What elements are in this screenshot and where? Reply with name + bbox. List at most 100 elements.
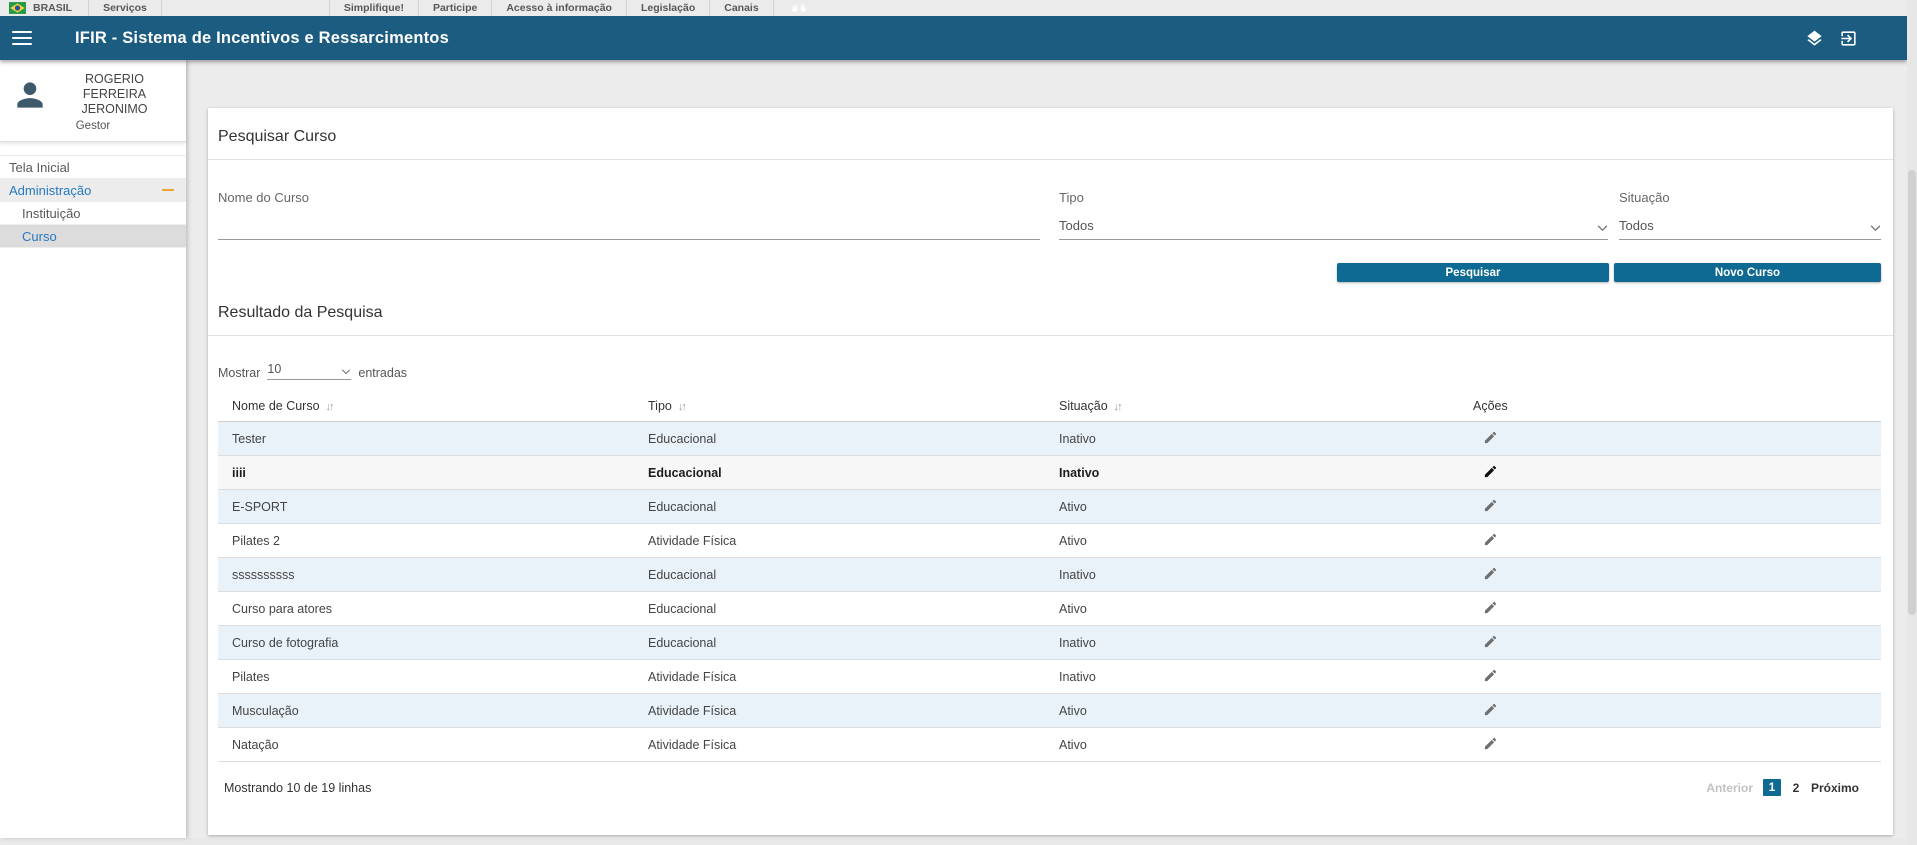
edit-pencil-button[interactable] bbox=[1483, 464, 1498, 479]
cell-nome-curso: Pilates bbox=[218, 660, 634, 694]
column-header-nome-de-curso[interactable]: Nome de Curso↓↑ bbox=[218, 394, 634, 422]
gov-link-legislacao[interactable]: Legislação bbox=[627, 0, 710, 16]
column-header-acoes: Ações bbox=[1459, 394, 1881, 422]
table-header-row: Nome de Curso↓↑Tipo↓↑Situação↓↑Ações bbox=[218, 394, 1881, 422]
cell-acoes bbox=[1459, 558, 1881, 592]
novo-curso-button[interactable]: Novo Curso bbox=[1614, 263, 1881, 282]
edit-pencil-button[interactable] bbox=[1483, 498, 1498, 513]
sidebar-item-instituicao[interactable]: Instituição bbox=[0, 202, 186, 225]
situacao-label: Situação bbox=[1619, 190, 1881, 206]
gov-brand-label: BRASIL bbox=[33, 2, 72, 14]
collapse-dash-icon bbox=[162, 189, 174, 191]
gov-bar: BRASIL Serviços Simplifique!ParticipeAces… bbox=[0, 0, 1907, 16]
edit-pencil-button[interactable] bbox=[1483, 532, 1498, 547]
gov-link-participe[interactable]: Participe bbox=[419, 0, 492, 16]
edit-pencil-button[interactable] bbox=[1483, 600, 1498, 615]
cell-tipo: Atividade Física bbox=[634, 728, 1045, 762]
cell-situacao: Ativo bbox=[1045, 694, 1459, 728]
tipo-selected-value: Todos bbox=[1059, 218, 1094, 239]
table-row: Curso para atoresEducacionalAtivo bbox=[218, 592, 1881, 626]
cell-situacao: Ativo bbox=[1045, 524, 1459, 558]
layers-icon[interactable] bbox=[1805, 29, 1824, 48]
pagination-next[interactable]: Próximo bbox=[1811, 781, 1859, 795]
edit-pencil-button[interactable] bbox=[1483, 702, 1498, 717]
edit-pencil-button[interactable] bbox=[1483, 566, 1498, 581]
gov-brand-brasil[interactable]: BRASIL bbox=[0, 0, 89, 16]
cell-situacao: Ativo bbox=[1045, 728, 1459, 762]
edit-pencil-button[interactable] bbox=[1483, 634, 1498, 649]
cell-acoes bbox=[1459, 592, 1881, 626]
edit-pencil-button[interactable] bbox=[1483, 736, 1498, 751]
pagination-page-2[interactable]: 2 bbox=[1791, 781, 1801, 795]
app-title: IFIR - Sistema de Incentivos e Ressarcim… bbox=[75, 29, 449, 48]
cell-tipo: Educacional bbox=[634, 626, 1045, 660]
cell-nome-curso: Curso para atores bbox=[218, 592, 634, 626]
rows-info: Mostrando 10 de 19 linhas bbox=[224, 781, 371, 795]
cell-situacao: Ativo bbox=[1045, 592, 1459, 626]
gov-spacer bbox=[162, 0, 330, 16]
sidebar-item-administracao[interactable]: Administração bbox=[0, 179, 186, 202]
sort-arrows-icon: ↓↑ bbox=[678, 401, 685, 413]
menu-hamburger-icon[interactable] bbox=[12, 31, 32, 45]
pagination-page-1[interactable]: 1 bbox=[1763, 779, 1781, 796]
scrollbar-thumb[interactable] bbox=[1908, 170, 1916, 615]
nome-curso-label: Nome do Curso bbox=[218, 190, 1040, 206]
sidebar-item-tela-inicial[interactable]: Tela Inicial bbox=[0, 156, 186, 179]
pagination-previous[interactable]: Anterior bbox=[1706, 781, 1753, 795]
edit-pencil-button[interactable] bbox=[1483, 668, 1498, 683]
sidebar-menu: Tela Inicial AdministraçãoInstituição Curs… bbox=[0, 155, 186, 248]
header-actions bbox=[1805, 29, 1858, 48]
cell-tipo: Atividade Física bbox=[634, 694, 1045, 728]
cell-situacao: Inativo bbox=[1045, 626, 1459, 660]
scrollbar-track bbox=[1907, 0, 1917, 845]
divider bbox=[208, 159, 1893, 160]
cell-acoes bbox=[1459, 490, 1881, 524]
nome-curso-input[interactable] bbox=[218, 215, 1040, 239]
logout-icon[interactable] bbox=[1839, 29, 1858, 48]
cell-acoes bbox=[1459, 694, 1881, 728]
cell-acoes bbox=[1459, 660, 1881, 694]
cell-tipo: Atividade Física bbox=[634, 660, 1045, 694]
vlibras-accessibility-button[interactable] bbox=[787, 2, 812, 15]
gov-link-simplifique[interactable]: Simplifique! bbox=[330, 0, 419, 16]
table-row: ssssssssssEducacionalInativo bbox=[218, 558, 1881, 592]
page-length-select[interactable]: 10 bbox=[267, 362, 351, 380]
page-length-control: Mostrar 10 entradas bbox=[218, 362, 1881, 380]
cell-acoes bbox=[1459, 422, 1881, 456]
cell-tipo: Educacional bbox=[634, 558, 1045, 592]
table-row: E-SPORTEducacionalAtivo bbox=[218, 490, 1881, 524]
column-header-situacao[interactable]: Situação↓↑ bbox=[1045, 394, 1459, 422]
gov-link-acesso-a-informacao[interactable]: Acesso à informação bbox=[492, 0, 627, 16]
sort-arrows-icon: ↓↑ bbox=[326, 401, 333, 413]
table-row: NataçãoAtividade FísicaAtivo bbox=[218, 728, 1881, 762]
tipo-select[interactable]: Todos bbox=[1059, 214, 1608, 240]
cell-tipo: Educacional bbox=[634, 422, 1045, 456]
sidebar-item-label: Tela Inicial bbox=[9, 160, 70, 175]
gov-link-servicos[interactable]: Serviços bbox=[89, 0, 162, 16]
column-header-tipo[interactable]: Tipo↓↑ bbox=[634, 394, 1045, 422]
cell-nome-curso: Curso de fotografia bbox=[218, 626, 634, 660]
main-content: Pesquisar Curso Nome do Curso Tipo Todos… bbox=[186, 60, 1907, 838]
chevron-down-icon bbox=[1597, 225, 1608, 232]
tipo-label: Tipo bbox=[1059, 190, 1608, 206]
sidebar-item-label: Curso bbox=[22, 229, 57, 244]
table-footer: Mostrando 10 de 19 linhas Anterior 12 Pr… bbox=[218, 762, 1881, 796]
edit-pencil-button[interactable] bbox=[1483, 430, 1498, 445]
cell-situacao: Inativo bbox=[1045, 456, 1459, 490]
search-form: Nome do Curso Tipo Todos Situação Todos bbox=[218, 190, 1881, 240]
cell-situacao: Inativo bbox=[1045, 558, 1459, 592]
pesquisar-button[interactable]: Pesquisar bbox=[1337, 263, 1609, 282]
gov-link-canais[interactable]: Canais bbox=[710, 0, 773, 16]
cell-nome-curso: Natação bbox=[218, 728, 634, 762]
user-panel: ROGERIO FERREIRA JERONIMO Gestor bbox=[0, 60, 186, 142]
cell-nome-curso: iiii bbox=[218, 456, 634, 490]
user-name: ROGERIO FERREIRA JERONIMO bbox=[54, 72, 176, 117]
situacao-selected-value: Todos bbox=[1619, 218, 1654, 239]
cell-situacao: Inativo bbox=[1045, 422, 1459, 456]
sidebar-item-curso[interactable]: Curso bbox=[0, 225, 186, 248]
situacao-select[interactable]: Todos bbox=[1619, 214, 1881, 240]
cell-tipo: Educacional bbox=[634, 456, 1045, 490]
cell-tipo: Atividade Física bbox=[634, 524, 1045, 558]
chevron-down-icon bbox=[1870, 225, 1881, 232]
chevron-down-icon bbox=[341, 369, 351, 375]
